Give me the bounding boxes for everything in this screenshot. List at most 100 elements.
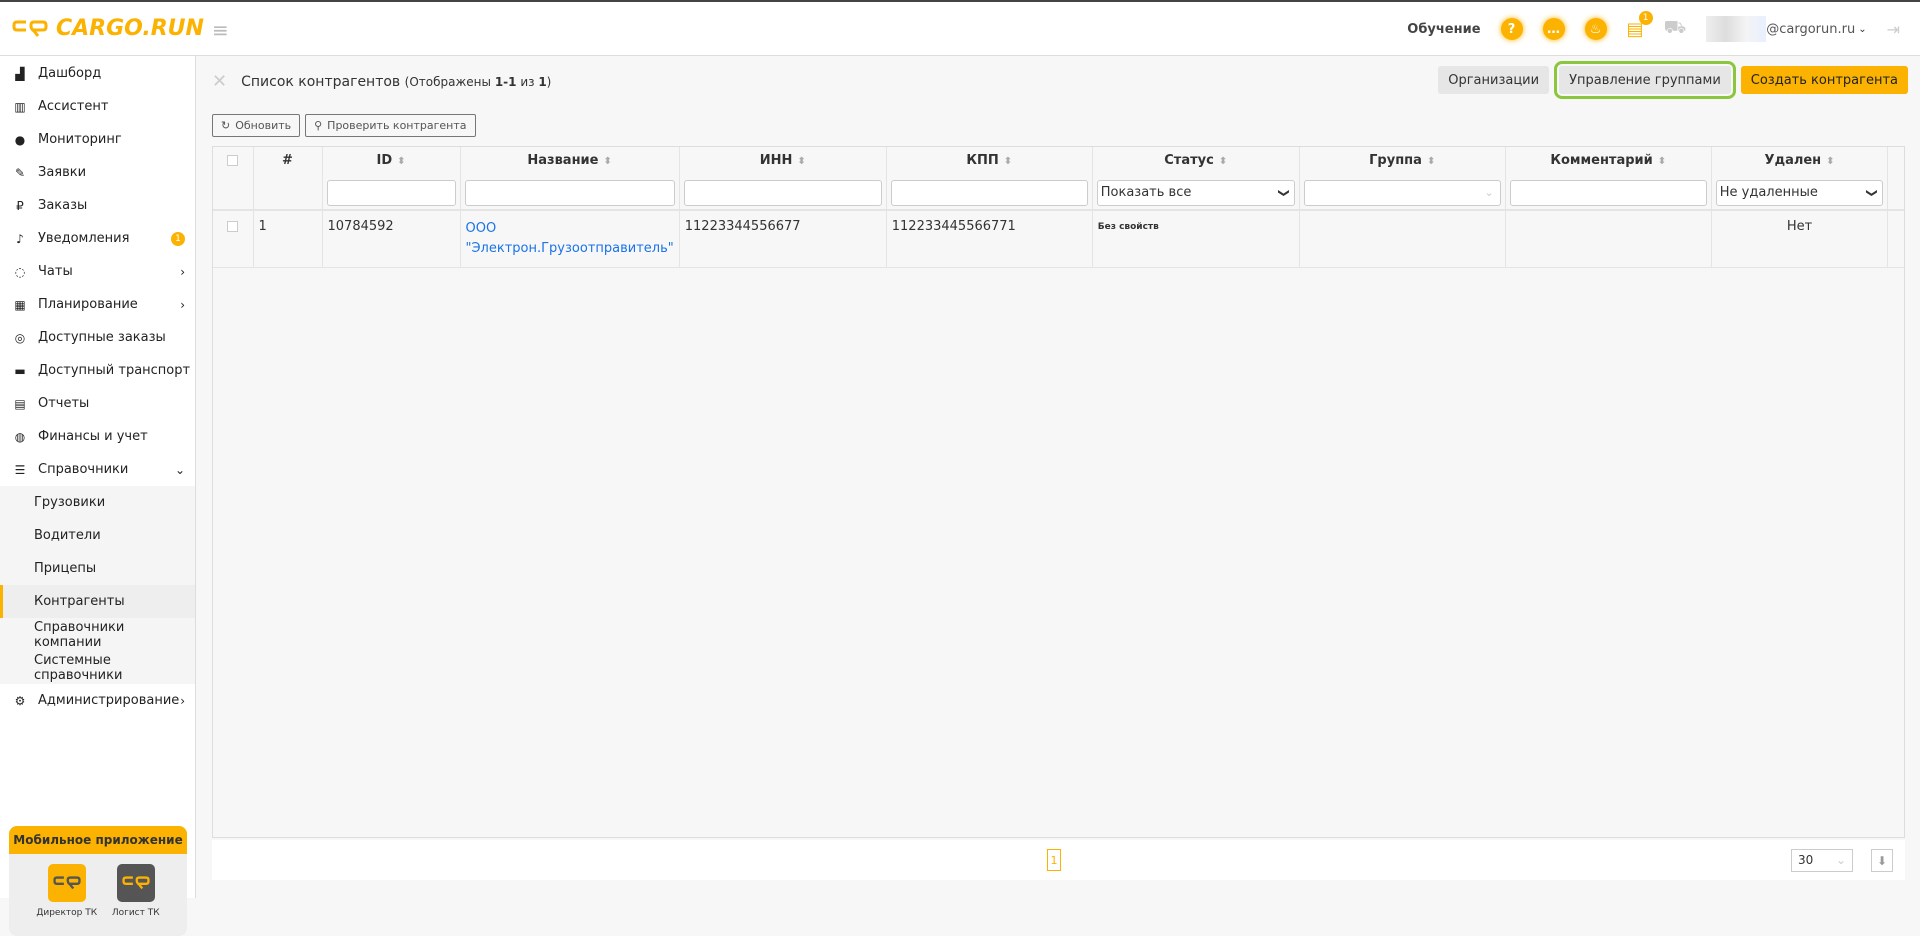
checkbox[interactable] <box>227 155 239 166</box>
sidebar-item-label: Чаты <box>38 264 73 279</box>
filter-input-1[interactable] <box>326 180 456 206</box>
sidebar-item-label: Администрирование <box>38 693 180 708</box>
fire-icon[interactable]: ♨ <box>1584 18 1607 40</box>
refresh-label: Обновить <box>235 119 292 132</box>
sort-icon[interactable]: ⬍ <box>797 156 805 167</box>
sidebar-item-label: Доступный транспорт <box>38 363 191 378</box>
column-header-5[interactable]: Статус ⬍ Показать все ❯ <box>1092 147 1300 210</box>
page-1-button[interactable]: 1 <box>1047 849 1061 871</box>
sidebar-subitem-label: Прицепы <box>34 561 97 576</box>
column-header-0: # <box>253 147 323 210</box>
sidebar-item-label: Отчеты <box>38 396 90 411</box>
chevron-down-icon: ⌄ <box>1835 853 1846 867</box>
filter-input-7[interactable] <box>1509 180 1707 206</box>
column-label: Удален <box>1764 153 1822 168</box>
sort-icon[interactable]: ⬍ <box>1826 156 1834 167</box>
row-status: Без свойств <box>1092 210 1300 268</box>
column-header-2[interactable]: Название ⬍ <box>460 147 680 210</box>
sidebar-subitem-label: Водители <box>34 528 101 543</box>
sidebar-item-0[interactable]: ▟ Дашборд <box>0 57 195 90</box>
notification-badge: 1 <box>171 231 185 246</box>
sort-icon[interactable]: ⬍ <box>1004 156 1012 167</box>
sort-icon[interactable]: ⬍ <box>397 156 405 167</box>
nav-icon: ◎ <box>14 330 26 345</box>
filter-input-3[interactable] <box>683 180 882 206</box>
mobile-title: Мобильное приложение <box>9 826 187 854</box>
sidebar-subitem-3[interactable]: Контрагенты <box>0 585 195 618</box>
nav-icon: ☰ <box>14 462 26 477</box>
per-page-value: 30 <box>1798 853 1814 867</box>
status-filter[interactable]: Показать все ❯ <box>1096 180 1295 206</box>
refresh-button[interactable]: ↻ Обновить <box>212 114 301 137</box>
sidebar-item-2[interactable]: ● Мониторинг <box>0 123 195 156</box>
help-icon[interactable]: ? <box>1500 18 1523 40</box>
filter-input-2[interactable] <box>464 180 675 206</box>
sidebar-item-3[interactable]: ✎ Заявки <box>0 156 195 189</box>
close-icon[interactable]: ✕ <box>212 71 227 92</box>
sort-icon[interactable]: ⬍ <box>603 156 611 167</box>
sidebar: ▟ Дашборд ▥ Ассистент ● Мониторинг ✎ Заявки ₽ Зак… <box>0 56 196 936</box>
sidebar-subitem-2[interactable]: Прицепы <box>0 552 195 585</box>
menu-toggle-icon[interactable]: ≡ <box>212 18 229 42</box>
sidebar-item-10[interactable]: ▤ Отчеты <box>0 387 195 420</box>
filter-input-4[interactable] <box>890 180 1088 206</box>
manage-groups-button[interactable]: Управление группами <box>1554 61 1736 99</box>
sidebar-subitem-1[interactable]: Водители <box>0 519 195 552</box>
chevron-down-icon: ❯ <box>1865 188 1879 198</box>
sidebar-item-6[interactable]: ◌ Чаты › <box>0 255 195 288</box>
organizations-button[interactable]: Организации <box>1438 66 1550 94</box>
sidebar-subitem-label: Справочники компании <box>34 619 125 650</box>
sort-icon[interactable]: ⬍ <box>1658 156 1666 167</box>
shown-count: (Отображены 1-1 из 1) <box>404 74 552 89</box>
sidebar-item-label: Финансы и учет <box>38 429 148 444</box>
column-header-4[interactable]: КПП ⬍ <box>886 147 1093 210</box>
sort-icon[interactable]: ⬍ <box>1427 156 1435 167</box>
training-link[interactable]: Обучение <box>1407 22 1480 37</box>
row-checkbox[interactable] <box>227 221 239 232</box>
create-counterparty-button[interactable]: Создать контрагента <box>1740 66 1908 94</box>
sidebar-item-11[interactable]: ◍ Финансы и учет <box>0 420 195 453</box>
app-director[interactable]: Директор ТК <box>36 864 97 918</box>
sidebar-item-12[interactable]: ☰ Справочники ⌄ <box>0 453 195 486</box>
app-logo-icon <box>47 864 86 902</box>
sidebar-item-9[interactable]: ▬ Доступный транспорт <box>0 354 195 387</box>
logout-icon[interactable]: ⇥ <box>1887 20 1900 39</box>
sidebar-item-7[interactable]: ▦ Планирование › <box>0 288 195 321</box>
logo-text: CARGO.RUN <box>56 16 204 41</box>
select-all[interactable] <box>213 147 254 210</box>
nav-icon: ▥ <box>14 99 26 114</box>
gear-icon: ⚙ <box>14 693 26 708</box>
nav-icon: ▦ <box>14 297 26 312</box>
nav-icon: ● <box>14 132 26 147</box>
sort-icon[interactable]: ⬍ <box>1219 156 1227 167</box>
sidebar-subitem-0[interactable]: Грузовики <box>0 486 195 519</box>
download-icon[interactable]: ⬇ <box>1871 849 1893 872</box>
sidebar-item-5[interactable]: ♪ Уведомления 1 <box>0 222 195 255</box>
sidebar-item-1[interactable]: ▥ Ассистент <box>0 90 195 123</box>
group-filter[interactable]: ⌄ <box>1303 180 1501 206</box>
sidebar-item-4[interactable]: ₽ Заказы <box>0 189 195 222</box>
sidebar-subitem-5[interactable]: Системные справочники <box>0 651 195 684</box>
refresh-icon: ↻ <box>221 119 231 132</box>
logo[interactable]: CARGO.RUN <box>12 16 204 41</box>
deleted-filter[interactable]: Не удаленные ❯ <box>1715 180 1884 206</box>
row-deleted: Нет <box>1711 210 1889 268</box>
column-header-8[interactable]: Удален ⬍ Не удаленные ❯ <box>1711 147 1889 210</box>
table-row[interactable]: 1 10784592 ООО "Электрон.Грузоотправитель… <box>213 210 1904 268</box>
check-counterparty-button[interactable]: ⚲ Проверить контрагента <box>305 114 476 137</box>
user-menu[interactable]: @cargorun.ru ⌄ <box>1706 16 1867 42</box>
row-comment <box>1505 210 1712 268</box>
news-icon[interactable]: ▤ 1 <box>1627 10 1653 40</box>
sidebar-item-8[interactable]: ◎ Доступные заказы <box>0 321 195 354</box>
chat-icon[interactable]: … <box>1542 18 1565 40</box>
per-page-select[interactable]: 30 ⌄ <box>1791 849 1853 872</box>
column-header-1[interactable]: ID ⬍ <box>322 147 461 210</box>
truck-icon[interactable]: ⛟ <box>1664 17 1687 41</box>
column-header-7[interactable]: Комментарий ⬍ <box>1505 147 1712 210</box>
column-header-3[interactable]: ИНН ⬍ <box>679 147 887 210</box>
app-logist[interactable]: Логист ТК <box>112 864 160 918</box>
sidebar-subitem-4[interactable]: Справочники компании <box>0 618 195 651</box>
counterparty-link[interactable]: ООО "Электрон.Грузоотправитель" <box>466 221 674 256</box>
sidebar-item-admin[interactable]: ⚙ Администрирование › <box>0 684 195 717</box>
column-header-6[interactable]: Группа ⬍ ⌄ <box>1299 147 1506 210</box>
